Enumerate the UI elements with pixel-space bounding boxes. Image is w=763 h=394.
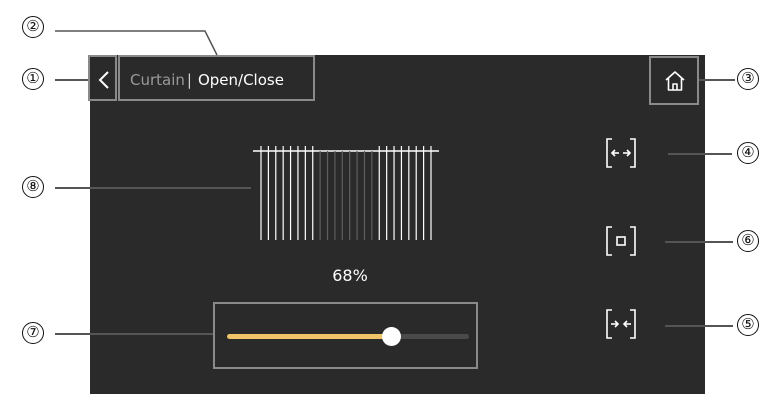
- leader-line-5: [665, 325, 733, 327]
- breadcrumb: Curtain | Open/Close: [118, 55, 315, 101]
- curtain-illustration: [253, 146, 439, 240]
- curtain-open-button[interactable]: [604, 136, 638, 170]
- breadcrumb-separator: |: [186, 71, 192, 89]
- callout-8: ⑧: [22, 176, 44, 198]
- slider-thumb[interactable]: [381, 327, 401, 346]
- breadcrumb-current: Open/Close: [197, 71, 284, 89]
- callout-6: ⑥: [737, 230, 759, 252]
- callout-5: ⑤: [737, 314, 759, 336]
- curtain-stop-icon: [606, 226, 636, 256]
- callout-2: ②: [22, 16, 44, 38]
- leader-line-2: [55, 30, 218, 56]
- callout-7: ⑦: [22, 322, 44, 344]
- curtain-close-icon: [606, 309, 636, 339]
- leader-line-8: [55, 187, 251, 189]
- curtain-close-button[interactable]: [604, 307, 638, 341]
- curtain-open-icon: [606, 138, 636, 168]
- leader-line-1: [55, 79, 88, 81]
- leader-line-7: [55, 333, 213, 335]
- breadcrumb-parent[interactable]: Curtain: [130, 71, 185, 89]
- callout-3: ③: [737, 68, 759, 90]
- leader-line-3: [699, 79, 735, 81]
- home-icon: [665, 71, 685, 91]
- curtain-position-slider[interactable]: [227, 327, 469, 346]
- home-button[interactable]: [649, 56, 699, 105]
- slider-fill: [227, 334, 392, 339]
- curtain-stop-button[interactable]: [604, 224, 638, 258]
- chevron-left-icon: [98, 71, 109, 89]
- back-button[interactable]: [88, 55, 117, 101]
- callout-4: ④: [737, 142, 759, 164]
- callout-1: ①: [22, 68, 44, 90]
- leader-line-6: [665, 241, 733, 243]
- curtain-position-percentage: 68%: [332, 266, 368, 285]
- leader-line-4: [668, 153, 732, 155]
